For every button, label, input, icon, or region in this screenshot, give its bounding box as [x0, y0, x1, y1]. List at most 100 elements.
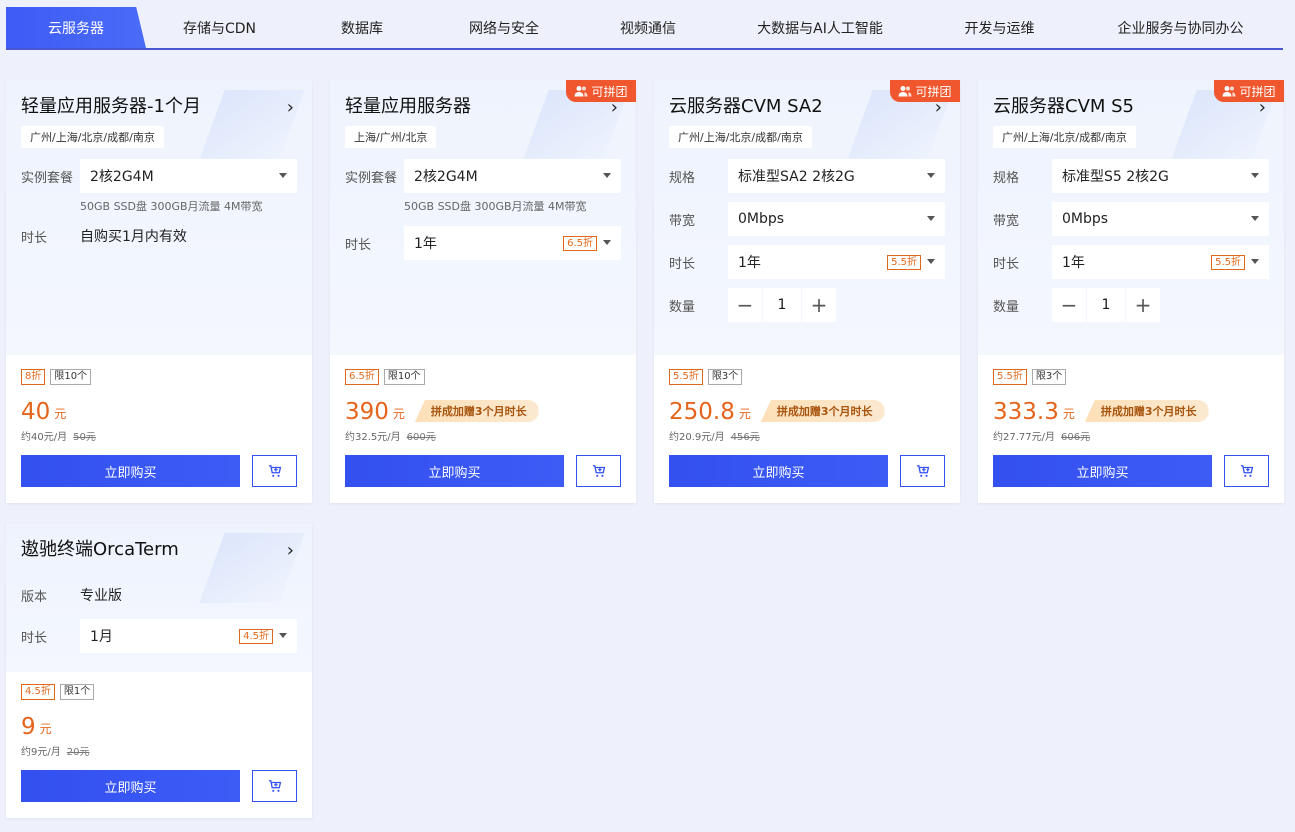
card-title: 云服务器CVM S5: [993, 96, 1135, 117]
cart-icon: [268, 780, 281, 792]
quantity-label: 数量: [993, 299, 1020, 315]
caret-down-icon: [927, 173, 935, 178]
spec-value: 标准型SA2 2核2G: [738, 169, 855, 185]
discount-tag: 6.5折: [345, 369, 379, 385]
card-title: 云服务器CVM SA2: [669, 96, 823, 117]
tab-database[interactable]: 数据库: [293, 7, 431, 48]
add-to-cart-button[interactable]: [252, 455, 297, 487]
spec-label: 实例套餐: [345, 170, 398, 186]
duration-select[interactable]: 1年 6.5折: [404, 226, 621, 260]
caret-down-icon: [1251, 259, 1259, 264]
discount-tag: 5.5折: [669, 369, 703, 385]
product-card-lighthouse-1month: 轻量应用服务器-1个月 › 广州/上海/北京/成都/南京 实例套餐 2核2G4M…: [6, 80, 312, 503]
caret-down-icon: [603, 173, 611, 178]
spec-select[interactable]: 标准型S5 2核2G: [1052, 159, 1269, 193]
decrement-button[interactable]: −: [728, 288, 762, 322]
tab-cloud-server[interactable]: 云服务器: [6, 7, 146, 48]
card-config-area: 可拼团 轻量应用服务器 › 上海/广州/北京 实例套餐 2核2G4M 50GB …: [330, 80, 636, 355]
caret-down-icon: [279, 173, 287, 178]
caret-down-icon: [603, 240, 611, 245]
quantity-value[interactable]: 1: [1087, 288, 1125, 322]
spec-label: 实例套餐: [21, 170, 74, 186]
bandwidth-value: 0Mbps: [1062, 211, 1109, 227]
quantity-value[interactable]: 1: [763, 288, 801, 322]
per-month-price: 约27.77元/月: [993, 432, 1055, 443]
price: 250.8: [669, 399, 735, 425]
card-header: 轻量应用服务器-1个月 › 广州/上海/北京/成都/南京: [6, 80, 312, 152]
quantity-stepper: − 1 +: [1052, 288, 1160, 322]
per-month-price: 约20.9元/月: [669, 432, 725, 443]
original-price: 456元: [730, 432, 760, 443]
card-title: 轻量应用服务器-1个月: [21, 96, 201, 117]
tab-devops[interactable]: 开发与运维: [921, 7, 1078, 48]
increment-button[interactable]: +: [1126, 288, 1160, 322]
bandwidth-label: 带宽: [669, 213, 696, 229]
duration-select[interactable]: 1年 5.5折: [728, 245, 945, 279]
original-price: 606元: [1061, 432, 1091, 443]
buy-now-button[interactable]: 立即购买: [21, 770, 240, 802]
region-tag: 广州/上海/北京/成都/南京: [993, 126, 1136, 148]
duration-select[interactable]: 1月 4.5折: [80, 619, 297, 653]
duration-select[interactable]: 1年 5.5折: [1052, 245, 1269, 279]
buy-now-button[interactable]: 立即购买: [993, 455, 1212, 487]
spec-note: 50GB SSD盘 300GB月流量 4M带宽: [80, 200, 263, 213]
add-to-cart-button[interactable]: [576, 455, 621, 487]
limit-tag: 限3个: [1031, 369, 1067, 385]
price-unit: 元: [39, 722, 52, 736]
increment-button[interactable]: +: [802, 288, 836, 322]
spec-label: 规格: [993, 170, 1020, 186]
tab-bigdata-ai[interactable]: 大数据与AI人工智能: [719, 7, 921, 48]
buy-now-button[interactable]: 立即购买: [21, 455, 240, 487]
add-to-cart-button[interactable]: [252, 770, 297, 802]
buy-now-button[interactable]: 立即购买: [669, 455, 888, 487]
cart-icon: [1240, 465, 1253, 477]
config-form: 规格 标准型SA2 2核2G 带宽 0Mbps 时长 1年 5.5折 数量 − …: [654, 152, 960, 345]
add-to-cart-button[interactable]: [1224, 455, 1269, 487]
card-config-area: 可拼团 云服务器CVM SA2 › 广州/上海/北京/成都/南京 规格 标准型S…: [654, 80, 960, 355]
price: 390: [345, 399, 389, 425]
tab-enterprise-services[interactable]: 企业服务与协同办公: [1078, 7, 1283, 48]
config-form: 版本 专业版 时长 1月 4.5折: [6, 575, 312, 672]
quantity-stepper: − 1 +: [728, 288, 836, 322]
duration-label: 时长: [345, 237, 372, 253]
spec-select[interactable]: 标准型SA2 2核2G: [728, 159, 945, 193]
version-value: 专业版: [80, 588, 122, 604]
chevron-right-icon[interactable]: ›: [287, 540, 294, 561]
product-card-cvm-s5: 可拼团 云服务器CVM S5 › 广州/上海/北京/成都/南京 规格 标准型S5…: [978, 80, 1284, 503]
limit-tag: 限10个: [383, 369, 425, 385]
discount-tag: 5.5折: [993, 369, 1027, 385]
decrement-button[interactable]: −: [1052, 288, 1086, 322]
card-title: 遨驰终端OrcaTerm: [21, 539, 179, 560]
promo-badge: 拼成加赠3个月时长: [1084, 400, 1209, 422]
duration-discount: 5.5折: [1211, 255, 1245, 270]
tab-video-communication[interactable]: 视频通信: [577, 7, 719, 48]
tab-storage-cdn[interactable]: 存储与CDN: [146, 7, 293, 48]
chevron-right-icon[interactable]: ›: [611, 97, 618, 118]
chevron-right-icon[interactable]: ›: [935, 97, 942, 118]
chevron-right-icon[interactable]: ›: [287, 97, 294, 118]
per-month-price: 约32.5元/月: [345, 432, 401, 443]
price-unit: 元: [1062, 407, 1075, 421]
promo-badge: 拼成加赠3个月时长: [414, 400, 539, 422]
card-header: 轻量应用服务器 › 上海/广州/北京: [330, 80, 636, 152]
limit-tag: 限3个: [707, 369, 743, 385]
bandwidth-select[interactable]: 0Mbps: [728, 202, 945, 236]
price: 9: [21, 714, 36, 740]
spec-select[interactable]: 2核2G4M: [404, 159, 621, 193]
card-header: 云服务器CVM S5 › 广州/上海/北京/成都/南京: [978, 80, 1284, 152]
duration-value: 1月: [90, 629, 113, 645]
product-card-orcaterm: 遨驰终端OrcaTerm › 版本 专业版 时长 1月 4.5折 4.5折 限1…: [6, 523, 312, 818]
caret-down-icon: [927, 259, 935, 264]
category-tabs: 云服务器 存储与CDN 数据库 网络与安全 视频通信 大数据与AI人工智能 开发…: [6, 7, 1283, 50]
limit-tag: 限1个: [59, 684, 95, 700]
bandwidth-select[interactable]: 0Mbps: [1052, 202, 1269, 236]
add-to-cart-button[interactable]: [900, 455, 945, 487]
card-config-area: 轻量应用服务器-1个月 › 广州/上海/北京/成都/南京 实例套餐 2核2G4M…: [6, 80, 312, 355]
duration-value: 自购买1月内有效: [80, 229, 187, 245]
buy-now-button[interactable]: 立即购买: [345, 455, 564, 487]
tab-network-security[interactable]: 网络与安全: [431, 7, 577, 48]
spec-select[interactable]: 2核2G4M: [80, 159, 297, 193]
bandwidth-value: 0Mbps: [738, 211, 785, 227]
chevron-right-icon[interactable]: ›: [1259, 97, 1266, 118]
duration-discount: 4.5折: [239, 629, 273, 644]
